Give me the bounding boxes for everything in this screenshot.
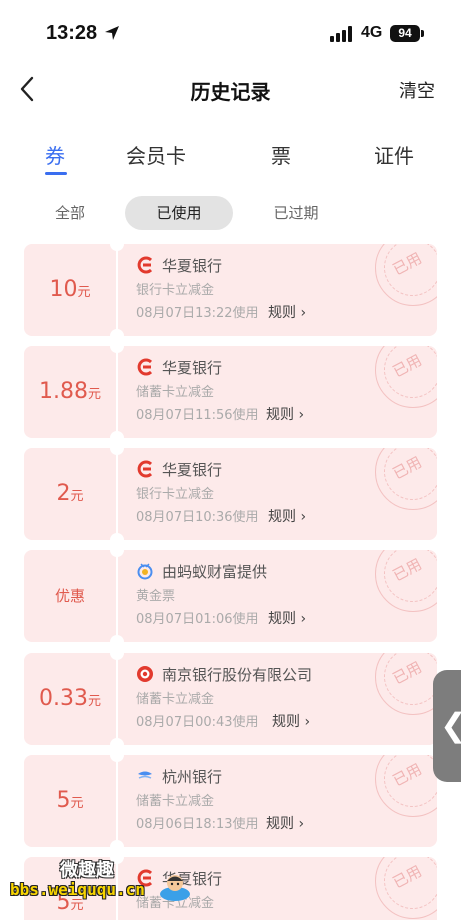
card-notch <box>110 533 124 540</box>
used-time: 08月07日00:43使用 <box>136 715 259 730</box>
huaxia-bank-icon <box>137 460 153 478</box>
rules-link[interactable]: 规则 › <box>266 813 304 833</box>
coupon-card[interactable]: 10元 华夏银行 银行卡立减金 08月07日13:22使用 规则 › 已用 <box>24 244 437 336</box>
used-time: 08月07日10:36使用 <box>136 510 259 525</box>
hangzhou-bank-icon <box>138 771 152 779</box>
used-stamp: 已用 <box>375 755 437 817</box>
ant-fortune-icon <box>137 563 153 580</box>
coupon-amount: 5元 <box>56 788 84 813</box>
coupon-amount: 10元 <box>49 277 91 302</box>
coupon-amount: 优惠 <box>54 587 85 605</box>
tab-tickets[interactable]: 票 <box>271 140 291 169</box>
bank-name: 杭州银行 <box>162 768 223 786</box>
tab-ids[interactable]: 证件 <box>374 140 414 169</box>
tab-active-indicator <box>45 172 67 175</box>
history-page: 13:28 4G 94 历史记录 清空 券 会员卡 票 证件 全部 已使用 已过… <box>0 0 461 920</box>
bank-name: 由蚂蚁财富提供 <box>162 563 268 581</box>
card-notch <box>110 738 124 745</box>
used-time: 08月07日11:56使用 <box>136 408 259 423</box>
coupon-amount-panel: 优惠 <box>24 550 116 642</box>
huaxia-bank-icon <box>137 358 153 376</box>
card-notch <box>110 431 124 438</box>
bank-name: 华夏银行 <box>162 257 223 275</box>
coupon-info-panel: 华夏银行 储蓄卡立减金 08月07日11:56使用 规则 › 已用 <box>118 346 437 438</box>
watermark-title: 微趣趣 <box>60 860 114 881</box>
chevron-left-icon: ❮ <box>440 706 461 744</box>
coupon-type: 黄金票 <box>136 589 176 604</box>
coupon-type: 储蓄卡立减金 <box>136 692 215 707</box>
watermark-url: bbs.weiququ.cn <box>10 880 145 899</box>
coupon-amount: 0.33元 <box>39 686 101 711</box>
rules-link[interactable]: 规则 › <box>268 302 306 322</box>
used-time: 08月06日18:13使用 <box>136 817 259 832</box>
clear-button[interactable]: 清空 <box>399 77 435 103</box>
used-stamp: 已用 <box>375 550 437 612</box>
nanjing-bank-icon <box>137 666 153 682</box>
used-time: 08月07日13:22使用 <box>136 306 259 321</box>
coupon-type: 银行卡立减金 <box>136 487 215 502</box>
coupon-card[interactable]: 1.88元 华夏银行 储蓄卡立减金 08月07日11:56使用 规则 › 已用 <box>24 346 437 438</box>
used-stamp: 已用 <box>375 346 437 408</box>
coupon-amount-panel: 2元 <box>24 448 116 540</box>
coupon-info-panel: 杭州银行 储蓄卡立减金 08月06日18:13使用 规则 › 已用 <box>118 755 437 847</box>
coupon-amount-panel: 10元 <box>24 244 116 336</box>
used-stamp: 已用 <box>375 653 437 715</box>
rules-link[interactable]: 规则 › <box>268 608 306 628</box>
coupon-amount-panel: 0.33元 <box>24 653 116 745</box>
used-time: 08月07日01:06使用 <box>136 612 259 627</box>
card-notch <box>110 329 124 336</box>
location-arrow-icon <box>105 26 119 40</box>
card-notch <box>110 635 124 642</box>
used-stamp: 已用 <box>375 857 437 919</box>
filter-bar: 全部 已使用 已过期 <box>0 196 461 232</box>
coupon-type: 银行卡立减金 <box>136 283 215 298</box>
coupon-info-panel: 南京银行股份有限公司 储蓄卡立减金 08月07日00:43使用 规则 › 已用 <box>118 653 437 745</box>
page-title: 历史记录 <box>190 80 271 104</box>
bank-name: 华夏银行 <box>162 461 223 479</box>
side-collapse-handle[interactable]: ❮ <box>433 670 461 782</box>
filter-all[interactable]: 全部 <box>40 196 100 230</box>
huaxia-bank-icon <box>137 256 153 274</box>
used-stamp: 已用 <box>375 448 437 510</box>
coupon-card[interactable]: 2元 华夏银行 银行卡立减金 08月07日10:36使用 规则 › 已用 <box>24 448 437 540</box>
rules-link[interactable]: 规则 › <box>272 711 310 731</box>
rules-link[interactable]: 规则 › <box>266 404 304 424</box>
used-stamp: 已用 <box>375 244 437 306</box>
coupon-amount: 2元 <box>56 481 84 506</box>
card-notch <box>110 840 124 847</box>
coupon-type: 储蓄卡立减金 <box>136 385 215 400</box>
coupon-amount-panel: 5元 <box>24 755 116 847</box>
coupon-amount: 1.88元 <box>39 379 101 404</box>
coupon-card[interactable]: 0.33元 南京银行股份有限公司 储蓄卡立减金 08月07日00:43使用 规则… <box>24 653 437 745</box>
battery-icon: 94 <box>390 25 420 42</box>
tab-membership-cards[interactable]: 会员卡 <box>126 140 186 169</box>
coupon-card[interactable]: 优惠 由蚂蚁财富提供 黄金票 08月07日01:06使用 规则 › 已用 <box>24 550 437 642</box>
tab-coupons[interactable]: 券 <box>45 140 65 169</box>
signal-icon <box>330 26 352 42</box>
filter-used[interactable]: 已使用 <box>125 196 233 230</box>
status-bar: 13:28 4G 94 <box>0 0 461 66</box>
rules-link[interactable]: 规则 › <box>268 506 306 526</box>
tab-bar: 券 会员卡 票 证件 <box>0 140 461 180</box>
coupon-type: 储蓄卡立减金 <box>136 794 215 809</box>
coupon-info-panel: 华夏银行 银行卡立减金 08月07日10:36使用 规则 › 已用 <box>118 448 437 540</box>
bank-name: 南京银行股份有限公司 <box>162 666 313 684</box>
coupon-card[interactable]: 5元 杭州银行 储蓄卡立减金 08月06日18:13使用 规则 › 已用 <box>24 755 437 847</box>
network-type: 4G <box>361 24 383 41</box>
battery-cap <box>421 30 424 37</box>
bank-name: 华夏银行 <box>162 359 223 377</box>
coupon-info-panel: 由蚂蚁财富提供 黄金票 08月07日01:06使用 规则 › 已用 <box>118 550 437 642</box>
coupon-info-panel: 华夏银行 银行卡立减金 08月07日13:22使用 规则 › 已用 <box>118 244 437 336</box>
status-time: 13:28 <box>46 22 98 44</box>
filter-expired[interactable]: 已过期 <box>262 196 330 230</box>
coupon-amount-panel: 1.88元 <box>24 346 116 438</box>
watermark-mascot-icon <box>160 875 190 901</box>
